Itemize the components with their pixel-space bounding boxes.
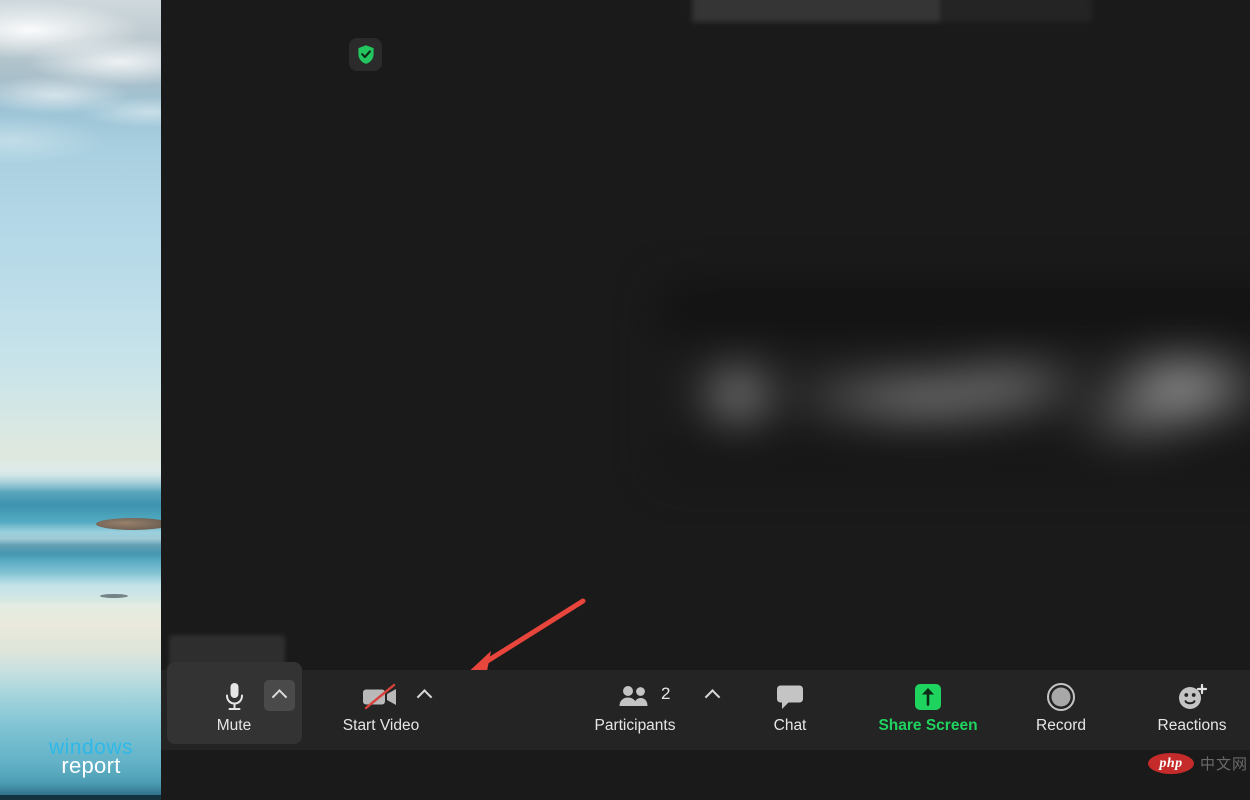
php-watermark-text: 中文网	[1200, 756, 1249, 773]
encryption-status-badge[interactable]	[349, 38, 382, 71]
windows-report-watermark: windows report	[26, 737, 156, 785]
zoom-meeting-window: Mute Start Video Participants 2 Chat Sha…	[161, 0, 1250, 800]
zoom-window-bottom-strip	[161, 750, 1250, 800]
zoom-meeting-toolbar: Mute Start Video Participants 2 Chat Sha…	[161, 662, 1250, 750]
audio-options-caret[interactable]	[264, 680, 295, 711]
chevron-up-icon	[704, 689, 721, 705]
annotation-arrow	[463, 598, 586, 677]
start-video-button-label: Start Video	[342, 717, 420, 734]
shield-check-icon	[357, 45, 374, 64]
record-circle-icon	[1046, 678, 1076, 716]
php-logo: php	[1148, 753, 1194, 774]
wallpaper-sand-speck	[100, 594, 128, 598]
people-icon	[618, 678, 652, 716]
smiley-plus-icon	[1176, 678, 1208, 716]
participants-button[interactable]: Participants 2	[585, 670, 685, 734]
watermark-line-2: report	[61, 753, 121, 778]
reactions-button[interactable]: Reactions	[1139, 670, 1245, 734]
mute-button[interactable]: Mute	[193, 670, 275, 734]
video-camera-slashed-icon	[361, 678, 401, 716]
blurred-top-element	[692, 0, 942, 22]
wallpaper-rock	[96, 518, 170, 530]
participants-count: 2	[661, 684, 671, 703]
mute-button-label: Mute	[216, 717, 252, 734]
chevron-up-icon	[416, 689, 433, 705]
blurred-shared-content	[663, 290, 1250, 472]
chat-button-label: Chat	[773, 717, 807, 734]
speech-bubble-icon	[774, 678, 806, 716]
php-watermark: php 中文网	[1148, 753, 1248, 774]
participants-button-label: Participants	[594, 717, 676, 734]
blurred-top-element-secondary	[942, 0, 1092, 22]
chat-button[interactable]: Chat	[755, 670, 825, 734]
share-screen-arrow-icon	[913, 678, 943, 716]
microphone-icon	[223, 678, 246, 716]
share-screen-button[interactable]: Share Screen	[867, 670, 989, 734]
video-options-caret[interactable]	[409, 680, 440, 711]
share-screen-button-label: Share Screen	[878, 717, 978, 734]
participants-options-caret[interactable]	[697, 680, 728, 711]
record-button-label: Record	[1036, 717, 1086, 734]
reactions-button-label: Reactions	[1157, 717, 1227, 734]
chevron-up-icon	[271, 689, 288, 705]
record-button[interactable]: Record	[1018, 670, 1104, 734]
